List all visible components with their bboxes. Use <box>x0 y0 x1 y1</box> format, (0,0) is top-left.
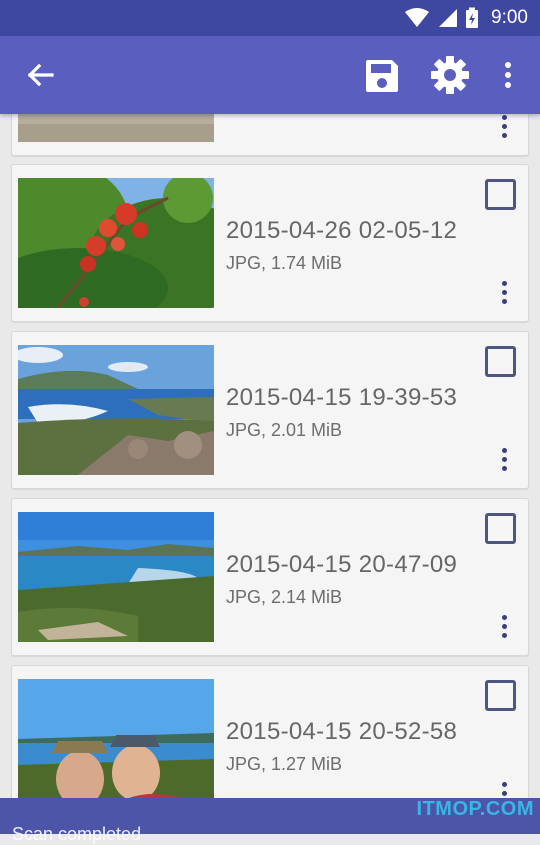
item-meta: JPG, 2.14 MiB <box>226 587 343 607</box>
more-vertical-icon[interactable] <box>498 60 518 90</box>
list-item[interactable]: 2015-04-15 20-47-09 JPG, 2.14 MiB <box>11 498 529 656</box>
select-checkbox[interactable] <box>485 179 516 210</box>
more-vertical-icon[interactable] <box>500 448 508 474</box>
signal-icon <box>439 9 458 27</box>
select-checkbox[interactable] <box>485 346 516 377</box>
item-meta: JPG, 2.01 MiB <box>226 420 343 440</box>
item-title: 2015-04-15 20-47-09 <box>226 551 458 578</box>
save-icon[interactable] <box>362 56 402 96</box>
item-title: 2015-04-26 02-05-12 <box>226 217 458 244</box>
gear-icon[interactable] <box>429 54 471 96</box>
list-item[interactable]: 2015-04-26 02-05-12 JPG, 1.74 MiB <box>11 164 529 322</box>
status-bar: 9:00 <box>0 0 540 36</box>
more-vertical-icon[interactable] <box>500 281 508 307</box>
status-time: 9:00 <box>491 7 528 28</box>
item-title: 2015-04-15 20-52-58 <box>226 718 458 745</box>
battery-charging-icon <box>466 7 479 28</box>
snackbar-message: Scan completed <box>12 824 142 844</box>
photo-thumbnail <box>18 114 214 142</box>
watermark-text: ITMOP.COM <box>416 798 534 820</box>
recovered-photos-list[interactable]: 2015-04-26 02-05-12 JPG, 1.74 MiB 2015-0… <box>0 114 540 834</box>
photo-thumbnail <box>18 679 214 809</box>
wifi-icon <box>405 8 430 27</box>
select-checkbox[interactable] <box>485 680 516 711</box>
photo-thumbnail <box>18 178 214 308</box>
photo-thumbnail <box>18 512 214 642</box>
photo-thumbnail <box>18 345 214 475</box>
item-meta: JPG, 1.74 MiB <box>226 253 343 273</box>
more-vertical-icon[interactable] <box>500 615 508 641</box>
list-item[interactable]: 2015-04-15 19-39-53 JPG, 2.01 MiB <box>11 331 529 489</box>
item-meta: JPG, 1.27 MiB <box>226 754 343 774</box>
more-vertical-icon[interactable] <box>500 115 508 141</box>
app-bar <box>0 36 540 114</box>
arrow-left-icon[interactable] <box>24 59 56 91</box>
item-title: 2015-04-15 19-39-53 <box>226 384 458 411</box>
list-item[interactable] <box>11 114 529 156</box>
select-checkbox[interactable] <box>485 513 516 544</box>
